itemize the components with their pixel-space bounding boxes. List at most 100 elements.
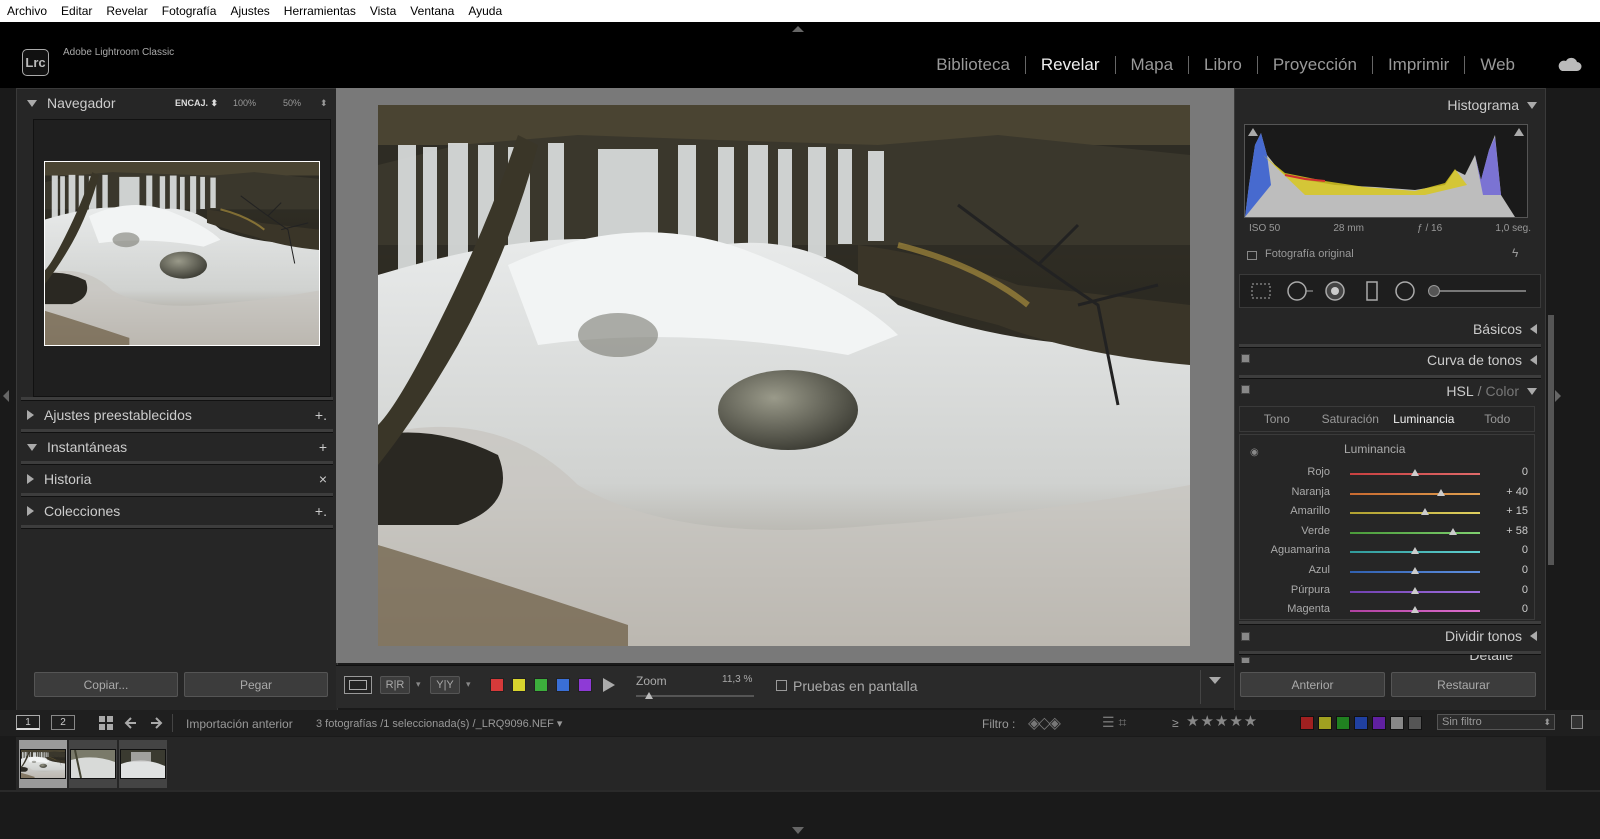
label-filter-6[interactable] [1408,716,1422,730]
module-biblioteca[interactable]: Biblioteca [921,56,1026,74]
navigator-preview-image[interactable] [44,161,320,346]
edit-filter-icons[interactable]: ☰ ⌗ [1102,714,1126,731]
presets-header[interactable]: Ajustes preestablecidos +. [17,401,337,429]
cloud-icon[interactable] [1556,56,1582,72]
paste-button[interactable]: Pegar [184,672,328,697]
zoom-50-option[interactable]: 50% [283,98,301,108]
histogram-header[interactable]: Histograma [1235,91,1545,119]
hsl-tab-todo[interactable]: Todo [1461,412,1535,426]
module-web[interactable]: Web [1465,56,1530,74]
zoom-slider-knob[interactable] [645,692,654,699]
module-libro[interactable]: Libro [1189,56,1258,74]
history-header[interactable]: Historia × [17,465,337,493]
hsl-slider-knob[interactable] [1411,567,1419,574]
filmstrip-thumb[interactable] [69,740,117,788]
tone-curve-header[interactable]: Curva de tonos [1235,346,1545,374]
panel-switch-icon[interactable] [1241,657,1250,663]
photo-count-info[interactable]: 3 fotografías /1 seleccionada(s) /_LRQ90… [316,717,562,730]
hsl-slider-track[interactable] [1350,531,1480,534]
collapse-right-panel-icon[interactable] [1555,390,1561,402]
brush-slider-track[interactable] [1430,290,1526,292]
radial-filter-icon[interactable] [1394,280,1416,302]
color-label-0[interactable] [490,678,504,692]
color-label-4[interactable] [578,678,592,692]
zoom-slider-track[interactable] [636,692,754,699]
hsl-slider-value[interactable]: 0 [1488,603,1528,615]
hsl-header[interactable]: HSL / Color [1235,377,1545,405]
zoom-100-option[interactable]: 100% [233,98,256,108]
hsl-slider-value[interactable]: + 15 [1488,505,1528,517]
hsl-slider-knob[interactable] [1411,469,1419,476]
main-photo[interactable] [378,105,1190,646]
forward-arrow-icon[interactable] [149,715,163,731]
softproof-checkbox[interactable] [776,680,787,691]
label-filter-5[interactable] [1390,716,1404,730]
star-rating-filter[interactable]: ★★★★★ [1186,712,1258,730]
color-label-1[interactable] [512,678,526,692]
chevron-down-icon[interactable]: ▾ [466,679,471,690]
hsl-slider-track[interactable] [1350,512,1480,515]
detail-header-clipped[interactable]: Detalle [1235,655,1537,663]
module-mapa[interactable]: Mapa [1116,56,1190,74]
menu-fotografia[interactable]: Fotografía [155,4,224,18]
reset-button[interactable]: Restaurar [1391,672,1536,697]
filmstrip-thumb[interactable] [19,740,67,788]
hsl-tab-luminancia[interactable]: Luminancia [1387,412,1461,426]
hsl-slider-knob[interactable] [1448,527,1457,535]
loupe-view-icon[interactable] [344,676,372,694]
collapse-filmstrip-icon[interactable] [792,827,804,834]
before-after-lr-button[interactable]: R|R [380,676,410,694]
toolbar-content-menu-icon[interactable] [1209,677,1221,684]
hsl-color-title[interactable]: Color [1486,383,1519,399]
histogram[interactable] [1244,124,1528,218]
hsl-slider-knob[interactable] [1411,547,1419,555]
hsl-slider-knob[interactable] [1420,508,1429,516]
menu-ayuda[interactable]: Ayuda [461,4,509,18]
play-icon[interactable] [598,675,618,695]
grid-icon[interactable] [98,715,114,731]
zoom-fit-option[interactable]: ENCAJ. ⬍ [175,98,218,109]
label-filter-1[interactable] [1318,716,1332,730]
hsl-slider-knob[interactable] [1411,606,1419,614]
collections-header[interactable]: Colecciones +. [17,497,337,525]
hsl-slider-value[interactable]: 0 [1488,584,1528,596]
module-revelar[interactable]: Revelar [1026,56,1116,74]
label-filter-4[interactable] [1372,716,1386,730]
color-label-3[interactable] [556,678,570,692]
rating-operator[interactable]: ≥ [1172,716,1179,730]
second-window-button[interactable]: 2 [51,715,75,730]
color-label-2[interactable] [534,678,548,692]
split-tone-header[interactable]: Dividir tonos [1235,622,1545,650]
red-eye-icon[interactable] [1324,280,1346,302]
navigator-header[interactable]: Navegador ENCAJ. ⬍ 100% 50% ⬍ [17,89,337,117]
filter-preset-select[interactable]: Sin filtro ⬍ [1437,714,1555,730]
label-filter-3[interactable] [1354,716,1368,730]
highlight-clipping-icon[interactable] [1514,128,1524,136]
hsl-slider-value[interactable]: + 58 [1488,525,1528,537]
hsl-slider-value[interactable]: + 40 [1488,486,1528,498]
menu-herramientas[interactable]: Herramientas [277,4,363,18]
back-arrow-icon[interactable] [124,715,138,731]
lightning-icon[interactable]: ϟ [1512,246,1518,260]
snapshots-header[interactable]: Instantáneas + [17,433,337,461]
add-collection-icon[interactable]: +. [315,503,327,519]
graduated-filter-icon[interactable] [1364,280,1380,302]
before-after-tb-button[interactable]: Y|Y [430,676,460,694]
original-photo-checkbox[interactable] [1247,251,1257,260]
menu-vista[interactable]: Vista [363,4,403,18]
label-filter-0[interactable] [1300,716,1314,730]
menu-ventana[interactable]: Ventana [403,4,461,18]
crop-icon[interactable] [1250,282,1272,300]
source-label[interactable]: Importación anterior [186,717,293,731]
spot-removal-icon[interactable] [1286,280,1314,302]
hsl-slider-value[interactable]: 0 [1488,544,1528,556]
module-imprimir[interactable]: Imprimir [1373,56,1466,74]
basic-header[interactable]: Básicos [1235,315,1545,343]
flag-filter-icons[interactable]: ◈◇◈ [1028,713,1061,733]
zoom-more-option[interactable]: ⬍ [320,98,328,109]
chevron-down-icon[interactable]: ▾ [416,679,421,690]
module-proyeccion[interactable]: Proyección [1258,56,1373,74]
label-filter-2[interactable] [1336,716,1350,730]
menu-ajustes[interactable]: Ajustes [223,4,276,18]
add-snapshot-icon[interactable]: + [319,439,327,455]
